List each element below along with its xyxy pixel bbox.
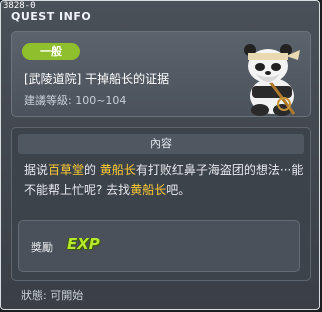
desc-highlight-npc: 黄船长 xyxy=(130,183,167,197)
desc-highlight-location: 百草堂 xyxy=(48,163,85,177)
desc-part: 吧。 xyxy=(166,183,191,197)
quest-status: 狀態: 可開始 xyxy=(21,289,84,302)
quest-description: 据说百草堂的 黄船长有打败红鼻子海盗团的想法···能不能帮上忙呢? 去找黄船长吧… xyxy=(24,160,304,200)
quest-header-panel: 一般 [武陵道院] 干掉船长的证据 建議等級: 100~104 xyxy=(11,31,311,117)
quest-category-badge: 一般 xyxy=(22,43,80,60)
desc-part: 的 xyxy=(84,163,100,177)
panda-npc-icon xyxy=(244,44,300,116)
desc-part: 据说 xyxy=(24,163,49,177)
reward-panel: 獎勵 EXP xyxy=(18,220,300,272)
reward-label: 獎勵 xyxy=(31,241,53,254)
quest-name: [武陵道院] 干掉船长的证据 xyxy=(24,72,170,86)
quest-content-panel: 內容 据说百草堂的 黄船长有打败红鼻子海盗团的想法···能不能帮上忙呢? 去找黄… xyxy=(11,127,311,281)
quest-info-window: 3828-0 QUEST INFO 一般 [武陵道院] 干掉船长的证据 建議等級… xyxy=(0,0,320,310)
quest-recommended-level: 建議等級: 100~104 xyxy=(24,94,127,107)
content-header: 內容 xyxy=(18,134,304,154)
desc-highlight-npc: 黄船长 xyxy=(99,163,136,177)
exp-reward-icon: EXP xyxy=(67,235,100,253)
window-title: QUEST INFO xyxy=(11,10,92,23)
